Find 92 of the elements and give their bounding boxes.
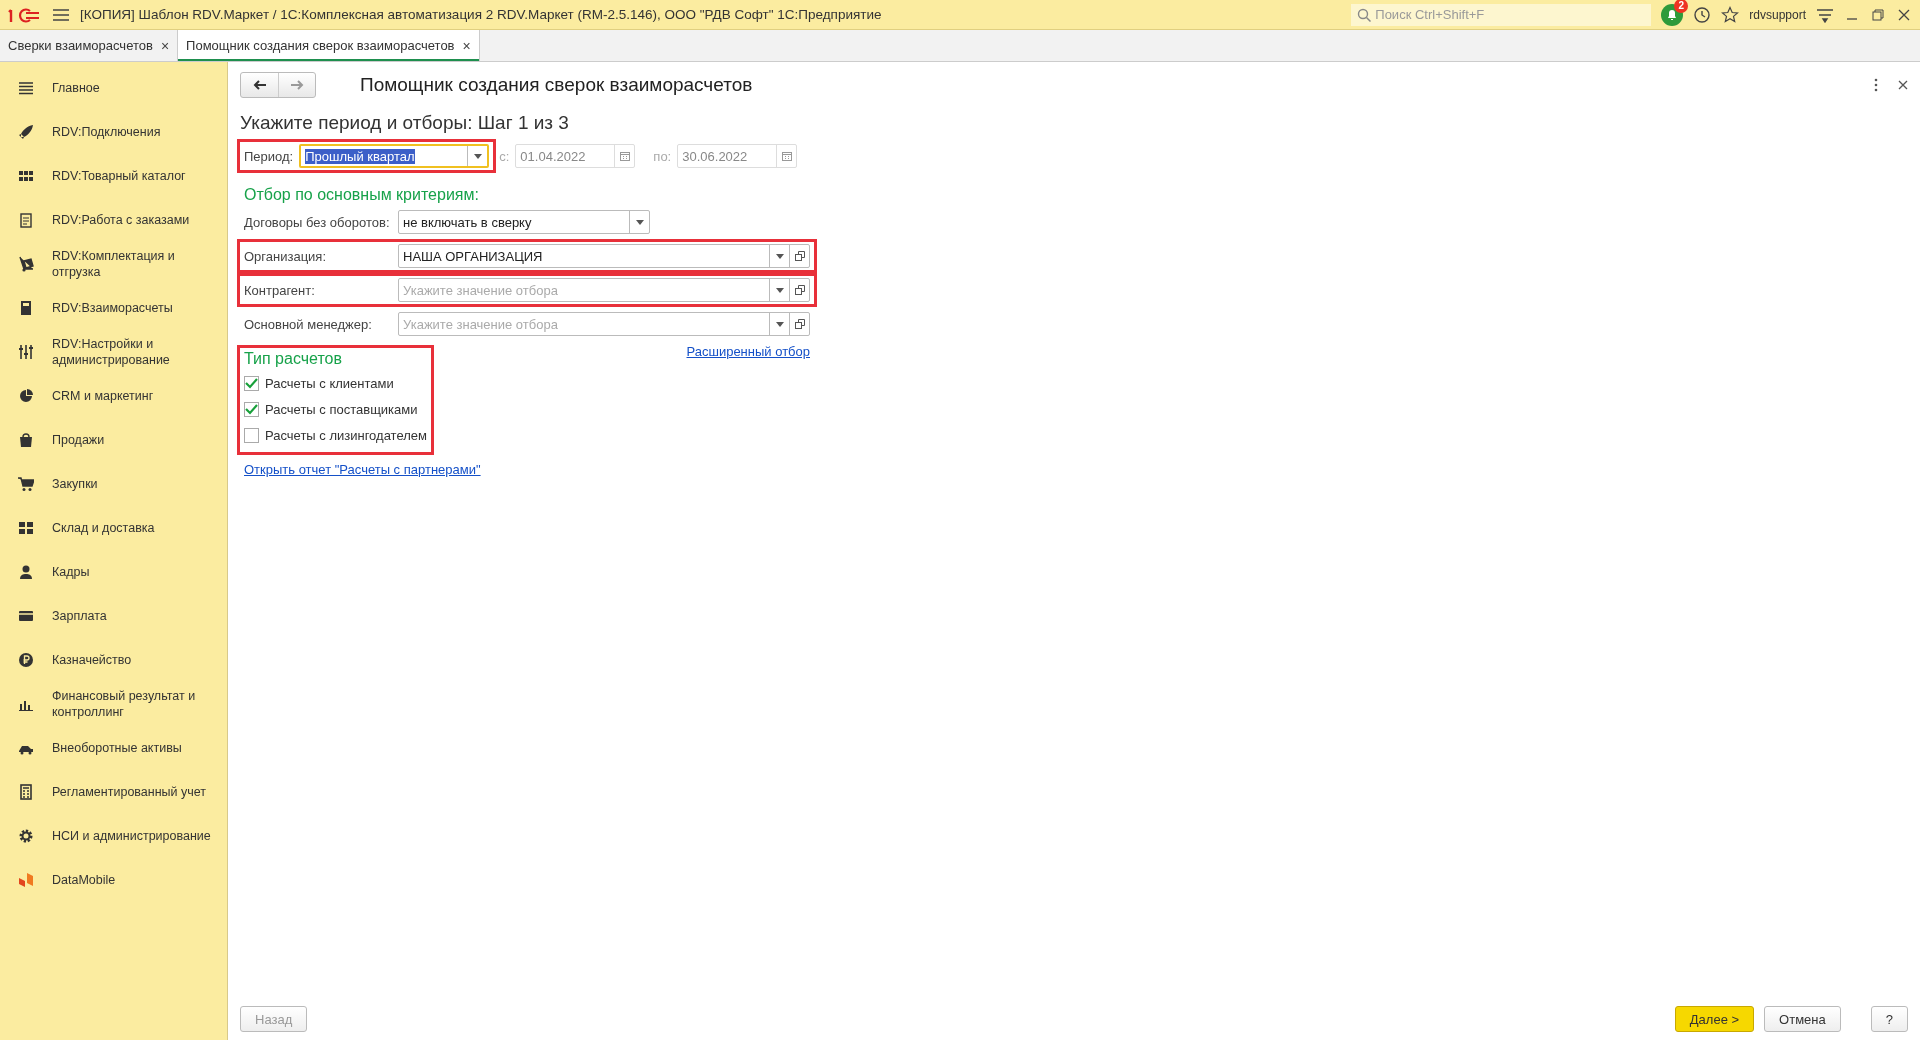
- card-icon: [18, 608, 34, 624]
- dropdown-icon: [775, 287, 784, 293]
- checkbox[interactable]: [244, 401, 259, 417]
- open-form-icon: [794, 285, 805, 295]
- form-title: Помощник создания сверок взаиморасчетов: [360, 74, 754, 96]
- document-icon: [18, 212, 34, 228]
- dropdown-icon: [775, 253, 784, 259]
- cart-icon: [18, 476, 34, 492]
- open-form-icon: [794, 251, 805, 261]
- checkbox[interactable]: [244, 427, 259, 443]
- button[interactable]: Отмена: [1764, 1006, 1841, 1032]
- field-label: Договоры без оборотов:: [244, 214, 391, 230]
- dropdown-icon: [635, 219, 644, 225]
- sidebar-item[interactable]: Финансовый результат и контроллинг: [0, 682, 227, 726]
- sidebar-item[interactable]: RDV:Подключения: [0, 110, 227, 154]
- settings-menu-icon[interactable]: [1816, 6, 1834, 23]
- search-icon: [1357, 7, 1372, 22]
- ruble-coin-icon: [18, 652, 34, 668]
- sidebar-item[interactable]: Внеоборотные активы: [0, 726, 227, 770]
- bell-icon: [1666, 8, 1679, 21]
- section-heading: Тип расчетов: [244, 350, 343, 368]
- check-icon: [245, 403, 258, 415]
- calculator-icon: [18, 300, 34, 316]
- dropdown-icon: [473, 153, 482, 159]
- lines-icon: [18, 80, 34, 96]
- link[interactable]: Открыть отчет "Расчеты с партнерами": [244, 462, 481, 477]
- field-label: Период:: [244, 148, 294, 164]
- checkbox-label[interactable]: Расчеты с лизингодателем: [265, 427, 427, 443]
- calculator-icon: [18, 784, 34, 800]
- person-icon: [18, 564, 34, 580]
- blocks-icon: [18, 520, 34, 536]
- star-icon[interactable]: [1721, 5, 1740, 24]
- button[interactable]: ?: [1870, 1006, 1908, 1032]
- history-icon[interactable]: [1693, 5, 1712, 24]
- checkbox-label[interactable]: Расчеты с поставщиками: [265, 401, 418, 417]
- sidebar-item[interactable]: RDV:Настройки и администрирование: [0, 330, 227, 374]
- sidebar-item[interactable]: RDV:Работа с заказами: [0, 198, 227, 242]
- step-title: Укажите период и отборы: Шаг 1 из 3: [240, 112, 570, 134]
- pie-chart-icon: [18, 388, 34, 404]
- field-label: по:: [653, 148, 672, 164]
- user-name[interactable]: rdvsupport: [1749, 7, 1806, 22]
- sidebar-item[interactable]: CRM и маркетинг: [0, 374, 227, 418]
- close-icon[interactable]: [1898, 80, 1908, 90]
- sidebar-item[interactable]: DataMobile: [0, 858, 227, 902]
- sliders-icon: [18, 344, 34, 360]
- calendar-icon: [781, 151, 792, 161]
- checkbox-label[interactable]: Расчеты с клиентами: [265, 375, 394, 391]
- sidebar-item[interactable]: Кадры: [0, 550, 227, 594]
- link[interactable]: Расширенный отбор: [686, 344, 810, 359]
- sidebar-item[interactable]: Закупки: [0, 462, 227, 506]
- sidebar-item[interactable]: Склад и доставка: [0, 506, 227, 550]
- field-label: Организация:: [244, 248, 328, 264]
- rocket-icon: [18, 124, 34, 140]
- tab-close-button[interactable]: ×: [160, 37, 170, 54]
- arrow-left-icon: [252, 80, 267, 90]
- field-label: Контрагент:: [244, 282, 316, 298]
- menu-icon[interactable]: [52, 7, 70, 22]
- sidebar-item[interactable]: Главное: [0, 66, 227, 110]
- dropdown-field[interactable]: НАША ОРГАНИЗАЦИЯ: [398, 244, 810, 268]
- section-heading: Отбор по основным критериям:: [244, 186, 480, 204]
- tab-close-button[interactable]: ×: [462, 37, 471, 54]
- calendar-icon: [619, 151, 630, 161]
- sidebar-item[interactable]: Казначейство: [0, 638, 227, 682]
- sidebar-item[interactable]: RDV:Комплектация и отгрузка: [0, 242, 227, 286]
- restore-icon[interactable]: [1870, 6, 1886, 23]
- grid-icon: [18, 168, 34, 184]
- bag-icon: [18, 432, 34, 448]
- sidebar-item[interactable]: Зарплата: [0, 594, 227, 638]
- open-form-icon: [794, 319, 805, 329]
- dropdown-icon: [775, 321, 784, 327]
- app-logo-icon: [8, 5, 42, 24]
- sidebar-item[interactable]: НСИ и администрирование: [0, 814, 227, 858]
- gear-icon: [18, 828, 34, 844]
- check-icon: [245, 377, 258, 389]
- dropdown-field[interactable]: Прошлый квартал: [299, 144, 490, 168]
- button[interactable]: Далее >: [1674, 1006, 1755, 1032]
- arrow-right-icon: [290, 80, 304, 90]
- date-field[interactable]: 01.04.2022: [515, 144, 636, 168]
- window-title: [КОПИЯ] Шаблон RDV.Маркет / 1С:Комплексная автоматизация 2 RDV.Маркет (RM-2.5.146), ООО "РДВ Софт" 1С:Предприятие: [80, 7, 883, 22]
- sidebar-item[interactable]: RDV:Товарный каталог: [0, 154, 227, 198]
- checkbox[interactable]: [244, 375, 259, 391]
- field-label: с:: [499, 148, 510, 164]
- sidebar-item[interactable]: Регламентированный учет: [0, 770, 227, 814]
- app-logo-icon: [18, 872, 34, 888]
- more-icon[interactable]: [1874, 78, 1878, 92]
- field-label: Основной менеджер:: [244, 316, 373, 332]
- tab[interactable]: Помощник создания сверок взаиморасчетов ×: [178, 30, 480, 61]
- dropdown-field[interactable]: не включать в сверку: [398, 210, 650, 234]
- date-field[interactable]: 30.06.2022: [677, 144, 798, 168]
- sidebar-item[interactable]: RDV:Взаиморасчеты: [0, 286, 227, 330]
- notification-count: 2: [1674, 0, 1689, 13]
- sidebar-item[interactable]: Продажи: [0, 418, 227, 462]
